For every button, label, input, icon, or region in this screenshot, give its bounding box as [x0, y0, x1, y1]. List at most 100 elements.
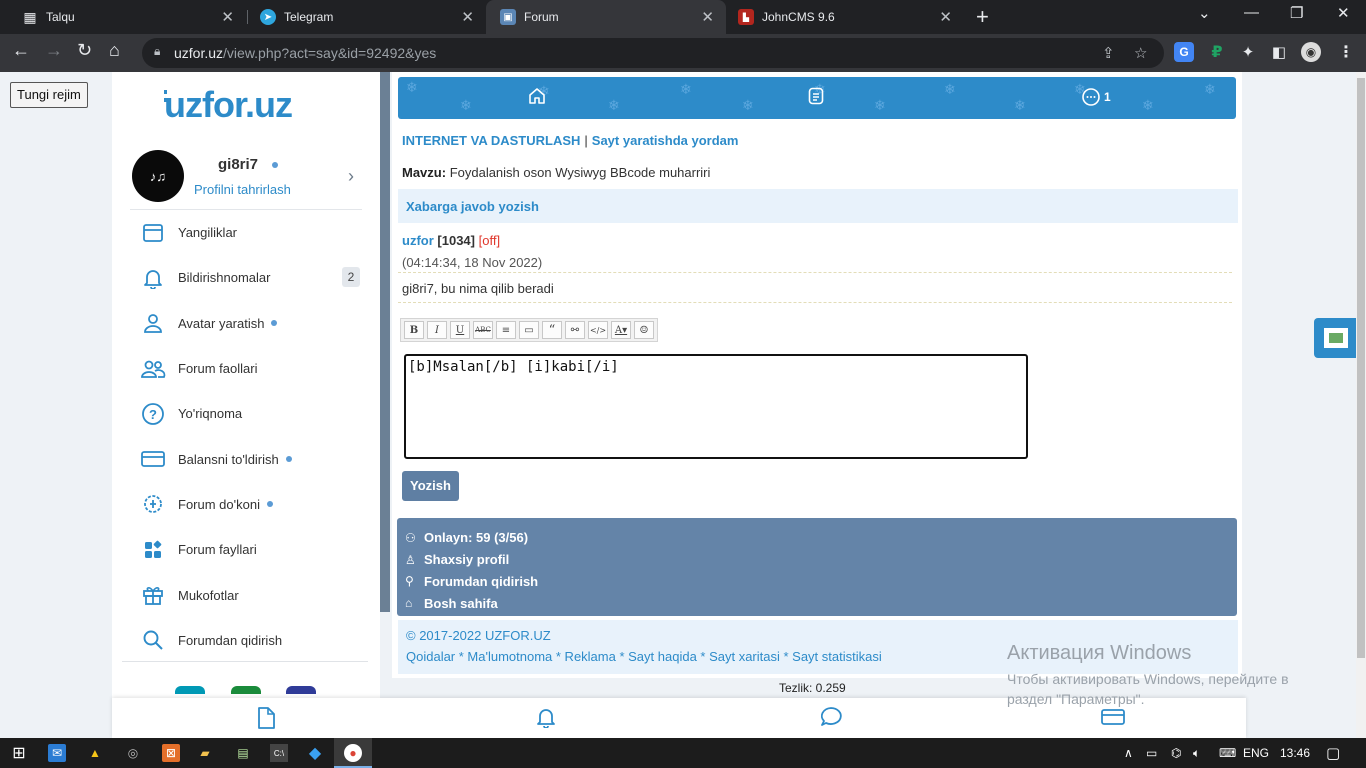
share-icon[interactable]: ⇪	[1102, 44, 1115, 62]
menu-kebab-icon[interactable]: ⋮	[1336, 42, 1356, 62]
clock[interactable]: 13:46	[1280, 746, 1310, 760]
quote-button[interactable]: “	[542, 321, 562, 339]
breadcrumb-section[interactable]: INTERNET VA DASTURLASH	[402, 133, 580, 148]
profile-card[interactable]: ♪♫ gi8ri7 Profilni tahrirlash ›	[130, 148, 362, 210]
flag-uz-icon[interactable]	[175, 686, 205, 694]
info-home[interactable]: ⌂ Bosh sahifa	[405, 592, 1229, 614]
profile-avatar-icon[interactable]: ◉	[1301, 42, 1321, 62]
windows-start-icon[interactable]: ⊞	[10, 744, 28, 762]
bookmark-star-icon[interactable]: ☆	[1134, 44, 1147, 62]
avatar[interactable]: ♪♫	[132, 150, 184, 202]
emoji-button[interactable]: ☺	[634, 321, 654, 339]
sidebar-item-yoriqnoma[interactable]: ? Yo'riqnoma	[130, 391, 362, 436]
close-icon[interactable]: ✕	[461, 8, 474, 26]
chat-icon[interactable]	[819, 706, 843, 734]
tab-johncms[interactable]: ▙ JohnCMS 9.6 ✕	[724, 0, 964, 34]
mail-icon[interactable]: ✉	[48, 744, 66, 762]
close-icon[interactable]: ✕	[221, 8, 234, 26]
flag-ru-icon[interactable]	[286, 686, 316, 694]
chat-icon[interactable]	[1081, 87, 1101, 112]
italic-button[interactable]: I	[427, 321, 447, 339]
forward-icon[interactable]: →	[45, 40, 63, 61]
floating-image-button[interactable]	[1314, 318, 1358, 358]
chrome-icon[interactable]: ●	[344, 744, 362, 762]
site-logo[interactable]: uzfor.uz	[164, 84, 293, 126]
file-explorer-icon[interactable]: ▰	[196, 744, 214, 762]
tab-telegram[interactable]: ➤ Telegram ✕	[246, 0, 486, 34]
sidebar-scrollbar[interactable]	[380, 72, 390, 612]
xampp-icon[interactable]: ⊠	[162, 744, 180, 762]
extensions-puzzle-icon[interactable]: ✦	[1238, 42, 1258, 62]
tray-chevron-icon[interactable]: ∧	[1124, 746, 1133, 760]
hr-button[interactable]: ▭	[519, 321, 539, 339]
strike-button[interactable]: ABC	[473, 321, 493, 339]
restore-button[interactable]: ❐	[1290, 4, 1303, 22]
sidebar-item-yangiliklar[interactable]: Yangiliklar	[130, 210, 362, 255]
sidebar-item-bildirishnomalar[interactable]: Bildirishnomalar 2	[130, 255, 362, 300]
tab-forum[interactable]: ▣ Forum ✕	[486, 0, 726, 34]
cmd-icon[interactable]: C:\	[270, 744, 288, 762]
close-icon[interactable]: ✕	[701, 8, 714, 26]
document-icon[interactable]	[808, 87, 824, 110]
messages-count[interactable]: 1	[1104, 90, 1111, 104]
close-icon[interactable]: ✕	[939, 8, 952, 26]
sidebar-item-balans[interactable]: Balansni to'ldirish	[130, 436, 362, 481]
copyright[interactable]: © 2017-2022 UZFOR.UZ	[406, 628, 1230, 643]
info-search[interactable]: ⚲ Forumdan qidirish	[405, 571, 1229, 593]
volume-muted-icon[interactable]: 🔈︎	[1193, 746, 1200, 761]
url-text[interactable]: uzfor.uz/view.php?act=say&id=92492&yes	[174, 45, 436, 61]
link-button[interactable]: ⚯	[565, 321, 585, 339]
side-panel-icon[interactable]: ◧	[1269, 42, 1289, 62]
sidebar-item-forum-fayllari[interactable]: Forum fayllari	[130, 527, 362, 572]
page-scrollbar[interactable]	[1356, 72, 1366, 738]
lock-icon[interactable]: 🔒︎	[154, 44, 160, 59]
obs-icon[interactable]: ◎	[124, 744, 142, 762]
snowflake-icon: ❄	[742, 97, 754, 113]
battery-icon[interactable]: ▭	[1146, 746, 1157, 760]
scrollbar-thumb[interactable]	[1357, 78, 1365, 658]
notifications-icon[interactable]: ▢	[1326, 744, 1340, 762]
vscode-icon[interactable]: ◆	[306, 744, 324, 762]
tab-talqu[interactable]: ▦ Talqu ✕	[8, 0, 246, 34]
ruble-extension-icon[interactable]: ₽	[1207, 42, 1227, 62]
submit-button[interactable]: Yozish	[402, 471, 459, 501]
card-icon[interactable]	[1100, 706, 1126, 734]
bold-button[interactable]: B	[404, 321, 424, 339]
message-textarea[interactable]: [b]Msalan[/b] [i]kabi[/i]	[404, 354, 1028, 459]
sidebar-item-forum-faollari[interactable]: Forum faollari	[130, 346, 362, 391]
post-author[interactable]: uzfor	[402, 233, 434, 248]
dark-mode-button[interactable]: Tungi rejim	[10, 82, 88, 108]
list-button[interactable]: ≡	[496, 321, 516, 339]
code-button[interactable]: </>	[588, 321, 608, 339]
translate-extension-icon[interactable]: G	[1174, 42, 1194, 62]
avast-icon[interactable]: ▲	[86, 744, 104, 762]
home-icon[interactable]: ⌂	[109, 40, 120, 61]
bell-icon[interactable]	[535, 706, 557, 734]
home-icon[interactable]	[528, 87, 546, 110]
info-online[interactable]: ⚇ Onlayn: 59 (3/56)	[405, 527, 1229, 549]
language-indicator[interactable]: ENG	[1243, 746, 1269, 760]
sidebar-item-mukofotlar[interactable]: Mukofotlar	[130, 572, 362, 617]
close-window-button[interactable]: ✕	[1337, 4, 1350, 22]
back-icon[interactable]: ←	[12, 40, 30, 61]
main-content: ❄ ❄ ❄ ❄ ❄ ❄ ❄ ❄ ❄ ❄ ❄ ❄ ❄ 1 INTERNET VA …	[392, 72, 1242, 678]
breadcrumb-subsection[interactable]: Sayt yaratishda yordam	[592, 133, 739, 148]
edit-profile-link[interactable]: Profilni tahrirlash	[194, 182, 291, 197]
text-color-button[interactable]: A▾	[611, 321, 631, 339]
address-bar[interactable]: 🔒︎ uzfor.uz/view.php?act=say&id=92492&ye…	[142, 38, 1164, 68]
notepad-icon[interactable]: ▤	[234, 744, 252, 762]
reload-icon[interactable]: ↻	[77, 40, 92, 61]
minimize-button[interactable]: —	[1244, 4, 1259, 21]
chevron-right-icon[interactable]: ›	[348, 166, 354, 187]
ime-icon[interactable]: ⌨	[1219, 746, 1236, 760]
tab-search-icon[interactable]: ⌄	[1198, 4, 1211, 22]
underline-button[interactable]: U	[450, 321, 470, 339]
network-icon[interactable]: ⌬	[1171, 746, 1181, 760]
sidebar-item-forumdan-qidirish[interactable]: Forumdan qidirish	[130, 618, 362, 663]
flag-tm-icon[interactable]	[231, 686, 261, 694]
new-tab-button[interactable]: +	[976, 4, 989, 30]
document-icon[interactable]	[256, 706, 276, 736]
info-profile[interactable]: ♙ Shaxsiy profil	[405, 549, 1229, 571]
sidebar-item-avatar-yaratish[interactable]: Avatar yaratish	[130, 301, 362, 346]
sidebar-item-forum-dokoni[interactable]: Forum do'koni	[130, 482, 362, 527]
